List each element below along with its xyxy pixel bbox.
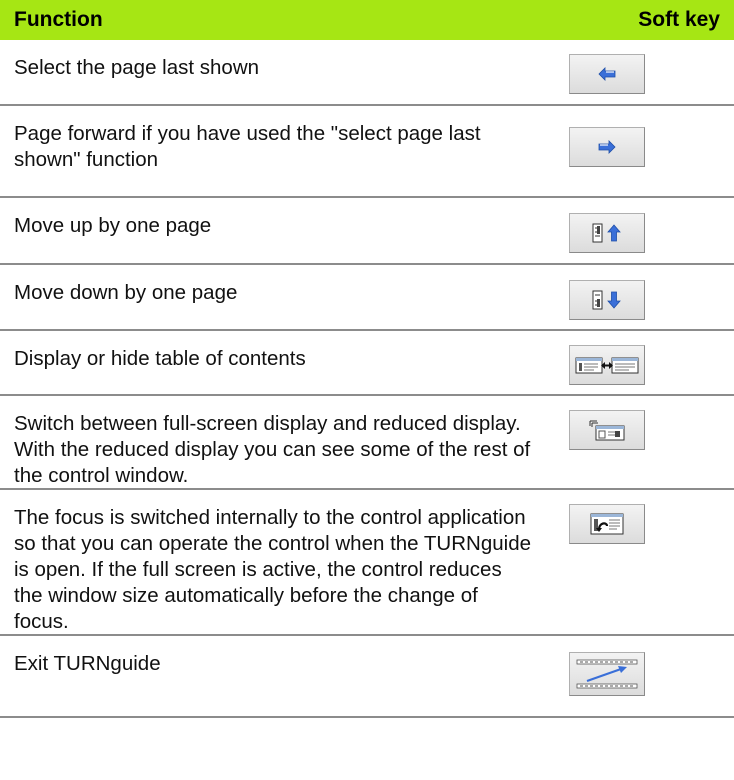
arrow-right-icon	[598, 140, 616, 154]
function-description: Page forward if you have used the "selec…	[14, 122, 481, 171]
function-description: Exit TURNguide	[14, 652, 161, 675]
page-up-softkey[interactable]	[569, 213, 645, 253]
function-table: Function Soft key Select the page last s…	[0, 0, 734, 718]
arrow-left-icon	[598, 67, 616, 81]
softkey-column-header: Soft key	[638, 8, 720, 31]
table-header: Function Soft key	[0, 0, 734, 40]
function-column-header: Function	[14, 8, 103, 31]
table-row: The focus is switched internally to the …	[0, 490, 734, 636]
function-description: The focus is switched internally to the …	[14, 506, 531, 633]
function-description: Move down by one page	[14, 281, 238, 304]
switch-focus-icon	[587, 511, 627, 537]
table-row: Display or hide table of contents	[0, 331, 734, 396]
screen-size-icon	[587, 418, 627, 442]
table-row: Move down by one page	[0, 265, 734, 331]
toggle-contents-icon	[574, 354, 640, 376]
previous-page-softkey[interactable]	[569, 54, 645, 94]
table-row: Switch between full-screen display and r…	[0, 396, 734, 490]
table-row: Exit TURNguide	[0, 636, 734, 718]
exit-turnguide-softkey[interactable]	[569, 652, 645, 696]
table-row: Page forward if you have used the "selec…	[0, 106, 734, 198]
table-row: Select the page last shown	[0, 40, 734, 106]
page-up-icon	[590, 222, 624, 244]
exit-icon	[575, 657, 639, 691]
function-description: Display or hide table of contents	[14, 347, 306, 370]
function-description: Move up by one page	[14, 214, 212, 237]
switch-focus-softkey[interactable]	[569, 504, 645, 544]
next-page-softkey[interactable]	[569, 127, 645, 167]
page-down-softkey[interactable]	[569, 280, 645, 320]
screen-size-softkey[interactable]	[569, 410, 645, 450]
function-description: Switch between full-screen display and r…	[14, 412, 531, 487]
table-row: Move up by one page	[0, 198, 734, 265]
toggle-contents-softkey[interactable]	[569, 345, 645, 385]
function-description: Select the page last shown	[14, 56, 260, 79]
page-down-icon	[590, 289, 624, 311]
